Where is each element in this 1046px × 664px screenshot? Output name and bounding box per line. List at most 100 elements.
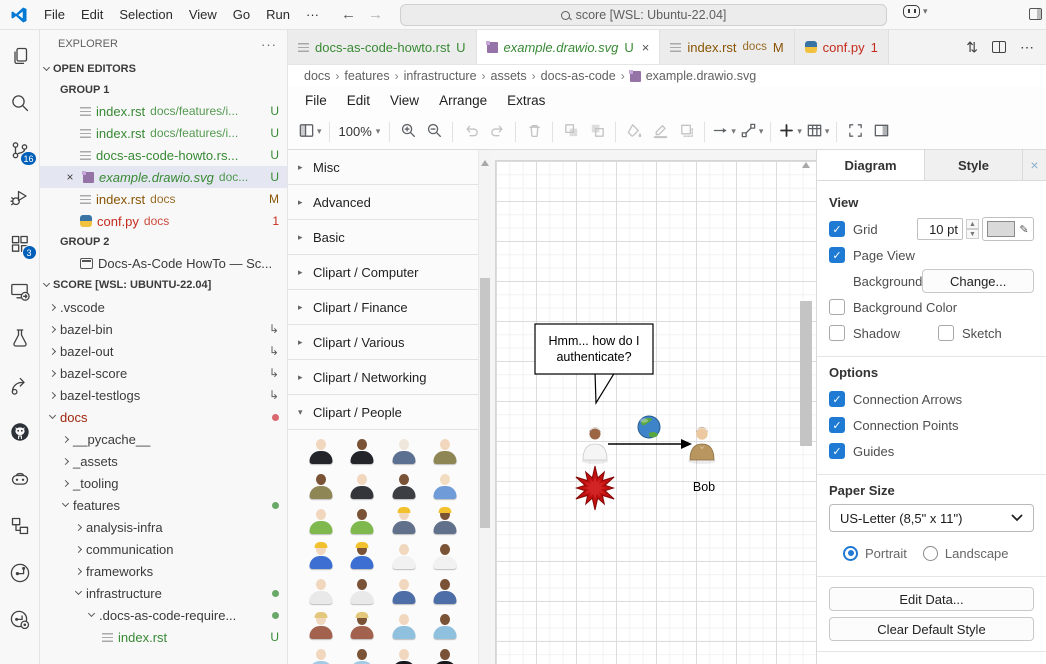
palette-section-clipart-networking[interactable]: ▸Clipart / Networking <box>288 360 478 395</box>
person-shape[interactable] <box>350 578 375 604</box>
zoom-level-select[interactable]: 100%▾ <box>335 124 385 139</box>
activity-explorer[interactable] <box>3 39 37 73</box>
menu-file[interactable]: File <box>36 4 73 26</box>
edit-data-button[interactable]: Edit Data... <box>829 587 1034 611</box>
person-shape[interactable] <box>433 578 458 604</box>
open-editors-header[interactable]: OPEN EDITORS <box>40 58 287 80</box>
tree-item-communication[interactable]: communication <box>40 538 287 560</box>
breadcrumb-item-assets[interactable]: assets <box>491 69 527 83</box>
person-shape[interactable] <box>308 648 333 664</box>
activity-drawio-shapes[interactable] <box>3 509 37 543</box>
canvas-scrollbar-thumb[interactable] <box>800 301 812 446</box>
close-icon[interactable]: × <box>62 170 78 184</box>
split-editor-icon[interactable] <box>992 41 1006 53</box>
open-editor-item[interactable]: Docs-As-Code HowTo — Sc... <box>40 252 287 274</box>
activity-extensions[interactable]: 3 <box>3 227 37 261</box>
person-shape[interactable] <box>391 648 416 664</box>
person-shape[interactable] <box>308 508 333 534</box>
palette-section-clipart-people[interactable]: ▾Clipart / People <box>288 395 478 430</box>
tab-indexrst[interactable]: index.rstdocsM <box>660 30 794 64</box>
table-button[interactable]: ▾ <box>804 118 832 145</box>
palette-section-advanced[interactable]: ▸Advanced <box>288 185 478 220</box>
close-icon[interactable]: × <box>1023 150 1046 180</box>
open-editor-item[interactable]: index.rstdocsM <box>40 188 287 210</box>
drawio-menu-edit[interactable]: Edit <box>338 93 379 108</box>
tree-item-infrastructure[interactable]: infrastructure <box>40 582 287 604</box>
person-shape[interactable] <box>350 543 375 569</box>
activity-testing[interactable] <box>3 321 37 355</box>
person-shape[interactable] <box>391 578 416 604</box>
connection-button[interactable]: ▾ <box>710 118 738 145</box>
tree-item-docs[interactable]: docs <box>40 406 287 428</box>
connection-points-checkbox[interactable]: ✓ <box>829 417 845 433</box>
drawio-menu-arrange[interactable]: Arrange <box>430 93 496 108</box>
shadow-checkbox[interactable] <box>829 325 845 341</box>
tree-item-docsascoderequire[interactable]: .docs-as-code-require... <box>40 604 287 626</box>
clear-default-style-button[interactable]: Clear Default Style <box>829 617 1034 641</box>
open-editor-item[interactable]: docs-as-code-howto.rs...U <box>40 144 287 166</box>
zoom-out-button[interactable] <box>421 118 447 145</box>
grid-size-input[interactable] <box>917 218 963 240</box>
person-shape[interactable] <box>308 438 333 464</box>
person-shape[interactable] <box>350 473 375 499</box>
activity-run-debug[interactable] <box>3 180 37 214</box>
connection-arrows-checkbox[interactable]: ✓ <box>829 391 845 407</box>
activity-github[interactable] <box>3 415 37 449</box>
diagram-canvas[interactable]: Hmm... how do I authenticate? Bob <box>491 150 816 664</box>
breadcrumb-item-infrastructure[interactable]: infrastructure <box>404 69 477 83</box>
globe-shape[interactable] <box>638 416 660 438</box>
change-background-button[interactable]: Change... <box>922 269 1034 293</box>
portrait-radio[interactable] <box>843 546 858 561</box>
tree-item-pycache[interactable]: __pycache__ <box>40 428 287 450</box>
tab-diagram[interactable]: Diagram <box>817 150 925 180</box>
open-editor-item[interactable]: conf.pydocs1 <box>40 210 287 232</box>
person-shape[interactable] <box>350 438 375 464</box>
open-editor-item[interactable]: ×example.drawio.svgdoc...U <box>40 166 287 188</box>
tab-exampledrawiosvg[interactable]: example.drawio.svgU× <box>477 30 661 64</box>
person-shape[interactable] <box>433 543 458 569</box>
waypoints-button[interactable]: ▾ <box>738 118 766 145</box>
person-shape[interactable] <box>433 438 458 464</box>
person-shape[interactable] <box>433 473 458 499</box>
activity-source-control[interactable]: 16 <box>3 133 37 167</box>
menu-view[interactable]: View <box>181 4 225 26</box>
fullscreen-button[interactable] <box>842 118 868 145</box>
palette-section-clipart-finance[interactable]: ▸Clipart / Finance <box>288 290 478 325</box>
person-shape-bob[interactable] <box>690 427 714 460</box>
layout-panel-icon[interactable] <box>1029 8 1042 20</box>
tree-item-bazelscore[interactable]: bazel-score↳ <box>40 362 287 384</box>
person-shape[interactable] <box>391 543 416 569</box>
person-shape[interactable] <box>308 578 333 604</box>
activity-remote-explorer[interactable] <box>3 274 37 308</box>
person-shape[interactable] <box>433 648 458 664</box>
activity-live-share[interactable] <box>3 368 37 402</box>
activity-git-graph[interactable] <box>3 556 37 590</box>
person-shape[interactable] <box>308 613 333 639</box>
background-color-checkbox[interactable] <box>829 299 845 315</box>
palette-section-clipart-various[interactable]: ▸Clipart / Various <box>288 325 478 360</box>
menu-selection[interactable]: Selection <box>111 4 180 26</box>
open-editor-item[interactable]: index.rstdocs/features/i...U <box>40 100 287 122</box>
back-arrow-icon[interactable]: ← <box>341 6 356 23</box>
drawio-menu-view[interactable]: View <box>381 93 428 108</box>
person-shape[interactable] <box>391 613 416 639</box>
scrollbar-thumb[interactable] <box>480 278 490 528</box>
palette-section-clipart-computer[interactable]: ▸Clipart / Computer <box>288 255 478 290</box>
breadcrumb-item-docs[interactable]: docs <box>304 69 330 83</box>
breadcrumb-item-docsascode[interactable]: docs-as-code <box>541 69 616 83</box>
activity-search[interactable] <box>3 86 37 120</box>
palette-section-basic[interactable]: ▸Basic <box>288 220 478 255</box>
tree-item-bazelbin[interactable]: bazel-bin↳ <box>40 318 287 340</box>
zoom-in-button[interactable] <box>395 118 421 145</box>
tab-confpy[interactable]: conf.py1 <box>795 30 889 64</box>
grid-color-button[interactable]: ✎ <box>982 217 1034 241</box>
menu-edit[interactable]: Edit <box>73 4 111 26</box>
step-up-icon[interactable]: ▲ <box>966 219 979 229</box>
tree-item-tooling[interactable]: _tooling <box>40 472 287 494</box>
person-shape[interactable] <box>391 438 416 464</box>
speech-bubble-tail[interactable] <box>595 372 615 403</box>
person-shape[interactable] <box>433 508 458 534</box>
person-shape[interactable] <box>350 648 375 664</box>
tab-docsascodehowtorst[interactable]: docs-as-code-howto.rstU <box>288 30 477 64</box>
tab-style[interactable]: Style <box>925 150 1023 180</box>
